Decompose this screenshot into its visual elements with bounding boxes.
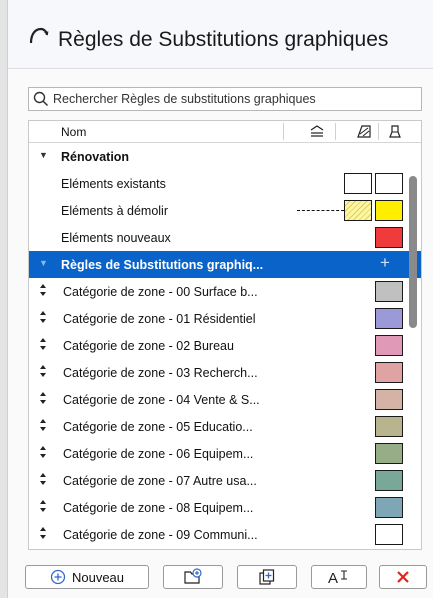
reorder-handle-icon[interactable] <box>39 337 47 351</box>
reorder-handle-icon[interactable] <box>39 472 47 486</box>
search-box[interactable] <box>28 87 422 111</box>
search-input[interactable] <box>53 90 413 108</box>
expand-arrow-icon[interactable]: ▼ <box>39 258 48 268</box>
surface-swatch[interactable] <box>375 362 403 383</box>
rename-text-icon: A <box>328 570 347 586</box>
list-item[interactable]: Eléments à démolir <box>29 197 421 224</box>
expand-arrow-icon[interactable]: ▼ <box>39 150 48 160</box>
surface-swatch[interactable] <box>375 173 403 194</box>
reorder-handle-icon[interactable] <box>39 364 47 378</box>
reorder-handle-icon[interactable] <box>39 445 47 459</box>
surface-swatch[interactable] <box>375 200 403 221</box>
surface-swatch[interactable] <box>375 470 403 491</box>
new-button[interactable]: Nouveau <box>25 565 149 589</box>
item-label: Catégorie de zone - 01 Résidentiel <box>63 312 256 326</box>
list-header: Nom <box>29 121 421 143</box>
new-folder-icon <box>184 568 202 584</box>
list-item[interactable]: Catégorie de zone - 06 Equipem... <box>29 440 421 467</box>
plus-circle-icon <box>50 569 66 585</box>
list-item[interactable]: Catégorie de zone - 08 Equipem... <box>29 494 421 521</box>
reorder-handle-icon[interactable] <box>39 499 47 513</box>
group-row-renovation[interactable]: ▼ Rénovation <box>29 143 421 170</box>
surface-swatch[interactable] <box>375 416 403 437</box>
item-label: Eléments nouveaux <box>61 231 171 245</box>
surface-icon[interactable] <box>356 124 372 139</box>
footer-toolbar: Nouveau A <box>8 560 433 598</box>
fill-pattern-icon[interactable] <box>309 124 325 139</box>
item-label: Catégorie de zone - 08 Equipem... <box>63 501 254 515</box>
surface-swatch[interactable] <box>375 281 403 302</box>
item-label: Catégorie de zone - 00 Surface b... <box>63 285 258 299</box>
item-label: Catégorie de zone - 04 Vente & S... <box>63 393 260 407</box>
duplicate-icon <box>259 569 275 585</box>
list-item[interactable]: Eléments nouveaux <box>29 224 421 251</box>
graphic-override-icon <box>29 27 49 44</box>
reorder-handle-icon[interactable] <box>39 418 47 432</box>
fill-swatch[interactable] <box>344 200 372 221</box>
item-label: Eléments existants <box>61 177 166 191</box>
group-row-selected[interactable]: ▼ Règles de Substitutions graphiq... + <box>29 251 421 278</box>
add-rule-plus-icon[interactable]: + <box>380 253 390 273</box>
window-title: Règles de Substitutions graphiques <box>58 28 389 51</box>
list-item[interactable]: Catégorie de zone - 04 Vente & S... <box>29 386 421 413</box>
delete-button[interactable] <box>379 565 427 589</box>
surface-swatch[interactable] <box>375 308 403 329</box>
new-folder-button[interactable] <box>163 565 223 589</box>
surface-swatch[interactable] <box>375 497 403 518</box>
fill-swatch[interactable] <box>344 173 372 194</box>
duplicate-button[interactable] <box>237 565 297 589</box>
surface-swatch[interactable] <box>375 524 403 545</box>
list-item[interactable]: Catégorie de zone - 00 Surface b... <box>29 278 421 305</box>
list-item[interactable]: Catégorie de zone - 02 Bureau <box>29 332 421 359</box>
reorder-handle-icon[interactable] <box>39 526 47 540</box>
rename-button[interactable]: A <box>311 565 367 589</box>
list-item[interactable]: Catégorie de zone - 05 Educatio... <box>29 413 421 440</box>
search-icon <box>33 91 49 107</box>
close-icon <box>397 571 409 583</box>
reorder-handle-icon[interactable] <box>39 391 47 405</box>
list-item[interactable]: Catégorie de zone - 01 Résidentiel <box>29 305 421 332</box>
surface-swatch[interactable] <box>375 389 403 410</box>
item-label: Catégorie de zone - 05 Educatio... <box>63 420 253 434</box>
surface-swatch[interactable] <box>375 227 403 248</box>
surface-swatch[interactable] <box>375 443 403 464</box>
group-label: Règles de Substitutions graphiq... <box>61 258 264 272</box>
pen-icon[interactable] <box>387 124 403 139</box>
column-header-name[interactable]: Nom <box>61 125 86 139</box>
item-label: Catégorie de zone - 07 Autre usa... <box>63 474 257 488</box>
dashed-line-override <box>297 210 349 211</box>
vertical-scrollbar[interactable] <box>409 176 417 328</box>
title-bar: Règles de Substitutions graphiques <box>8 0 433 69</box>
list-item[interactable]: Catégorie de zone - 03 Recherch... <box>29 359 421 386</box>
list-item[interactable]: Eléments existants <box>29 170 421 197</box>
column-separator <box>378 123 379 140</box>
group-label: Rénovation <box>61 150 130 164</box>
item-label: Catégorie de zone - 02 Bureau <box>63 339 234 353</box>
reorder-handle-icon[interactable] <box>39 310 47 324</box>
item-label: Eléments à démolir <box>61 204 168 218</box>
new-button-label: Nouveau <box>71 569 125 585</box>
reorder-handle-icon[interactable] <box>39 283 47 297</box>
surface-swatch[interactable] <box>375 335 403 356</box>
list-item[interactable]: Catégorie de zone - 09 Communi... <box>29 521 421 548</box>
item-label: Catégorie de zone - 06 Equipem... <box>63 447 254 461</box>
graphic-override-rules-panel: Règles de Substitutions graphiques Nom <box>7 0 433 598</box>
item-label: Catégorie de zone - 09 Communi... <box>63 528 258 542</box>
item-label: Catégorie de zone - 03 Recherch... <box>63 366 258 380</box>
svg-text:A: A <box>328 570 338 586</box>
list-item[interactable]: Catégorie de zone - 07 Autre usa... <box>29 467 421 494</box>
column-separator <box>283 123 284 140</box>
rules-list[interactable]: Nom ▼ Rénovation Eléments existants Elém… <box>28 120 422 550</box>
column-separator <box>335 123 336 140</box>
